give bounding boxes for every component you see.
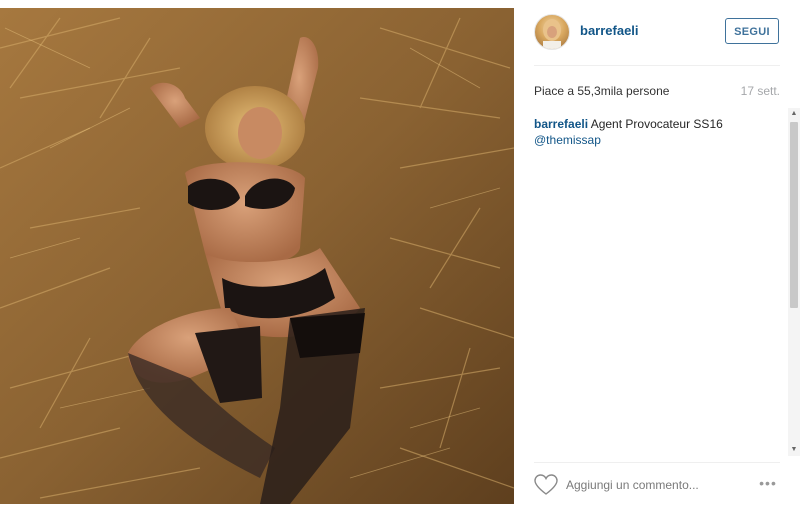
more-options-icon[interactable]: ••• <box>756 474 780 494</box>
likes-count[interactable]: Piace a 55,3mila persone <box>534 84 669 98</box>
scroll-down-arrow-icon[interactable]: ▼ <box>788 444 800 456</box>
post-header: barrefaeli SEGUI <box>534 12 780 52</box>
comment-input[interactable] <box>566 476 736 494</box>
post-photo[interactable] <box>0 8 514 504</box>
header-divider <box>534 65 780 66</box>
comment-footer: ••• <box>534 470 780 500</box>
instagram-post-view: barrefaeli SEGUI Piace a 55,3mila person… <box>0 0 800 512</box>
follow-button[interactable]: SEGUI <box>725 18 779 44</box>
caption-mention-link[interactable]: @themissap <box>534 132 774 148</box>
comments-scrollbar[interactable]: ▲ ▼ <box>788 108 800 456</box>
avatar-image <box>543 19 561 49</box>
scroll-up-arrow-icon[interactable]: ▲ <box>788 108 800 120</box>
heart-icon[interactable] <box>534 474 558 496</box>
caption-text: Agent Provocateur SS16 <box>590 117 723 131</box>
caption-username-link[interactable]: barrefaeli <box>534 117 588 131</box>
post-side-panel: barrefaeli SEGUI Piace a 55,3mila person… <box>514 0 800 512</box>
footer-divider <box>534 462 780 463</box>
post-caption: barrefaeli Agent Provocateur SS16 @themi… <box>534 116 774 148</box>
post-timestamp[interactable]: 17 sett. <box>741 84 780 98</box>
avatar[interactable] <box>534 14 570 50</box>
photo-image <box>0 8 514 504</box>
username-link[interactable]: barrefaeli <box>580 23 639 38</box>
scrollbar-thumb[interactable] <box>790 122 798 308</box>
